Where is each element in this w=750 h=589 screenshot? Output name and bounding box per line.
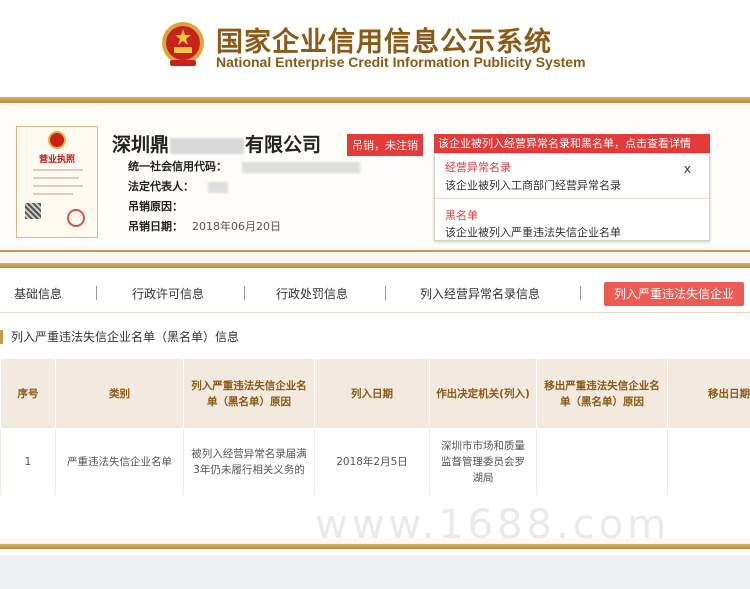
tab-separator xyxy=(580,286,581,300)
revoke-date-value: 2018年06月20日 xyxy=(192,220,281,233)
credit-code-label: 统一社会信用代码： xyxy=(128,160,227,173)
tab-blacklist[interactable]: 列入严重违法失信企业 xyxy=(604,282,745,306)
close-icon[interactable]: x xyxy=(684,162,691,176)
col-header-remove-date: 移出日期 xyxy=(667,358,750,429)
table-header-row: 序号 类别 列入严重违法失信企业名单（黑名单）原因 列入日期 作出决定机关(列入… xyxy=(0,358,750,429)
page: 国家企业信用信息公示系统 National Enterprise Credit … xyxy=(0,0,750,589)
company-name-suffix: 有限公司 xyxy=(245,134,322,156)
tab-admin-license[interactable]: 行政许可信息 xyxy=(132,282,204,306)
cell-index: 1 xyxy=(0,428,56,495)
cell-remove-date xyxy=(667,428,750,495)
redacted-credit-code xyxy=(242,161,360,173)
tab-abnormal-list[interactable]: 列入经营异常名录信息 xyxy=(420,282,540,306)
abnormal-list-title: 经营异常名录 xyxy=(445,161,511,174)
col-header-list-date: 列入日期 xyxy=(314,358,430,429)
bottom-divider xyxy=(0,544,750,549)
blacklist-alert-banner[interactable]: 该企业被列入经营异常名录和黑名单，点击查看详情 xyxy=(434,134,710,153)
cell-remove-reason xyxy=(536,428,668,495)
site-title-en: National Enterprise Credit Information P… xyxy=(216,54,586,70)
footer-area xyxy=(0,555,750,589)
credit-code-row: 统一社会信用代码： xyxy=(128,158,360,174)
alert-detail-popup: 经营异常名录 x 该企业被列入工商部门经营异常名录 黑名单 该企业被列入严重违法… xyxy=(434,153,710,241)
tab-admin-penalty[interactable]: 行政处罚信息 xyxy=(276,282,348,306)
cell-authority: 深圳市市场和质量监督管理委员会罗湖局 xyxy=(429,428,537,495)
blacklist-table: 序号 类别 列入严重违法失信企业名单（黑名单）原因 列入日期 作出决定机关(列入… xyxy=(0,358,750,495)
status-badge: 吊销，未注销 xyxy=(347,134,423,156)
tab-bar: 基础信息 行政许可信息 行政处罚信息 列入经营异常名录信息 列入严重违法失信企业 xyxy=(0,273,750,313)
business-license-image[interactable]: 营业执照 xyxy=(16,126,98,238)
legal-rep-label: 法定代表人： xyxy=(128,180,194,193)
legal-rep-row: 法定代表人： xyxy=(128,178,228,194)
license-text-line xyxy=(33,185,83,187)
card-divider xyxy=(0,263,750,268)
col-header-category: 类别 xyxy=(55,358,184,429)
col-header-remove-reason: 移出严重违法失信企业名单（黑名单）原因 xyxy=(536,358,668,429)
tab-separator xyxy=(385,286,386,300)
license-qr-code xyxy=(25,203,41,219)
blacklist-text: 该企业被列入严重违法失信企业名单 xyxy=(445,226,621,239)
blacklist-title: 黑名单 xyxy=(445,209,478,222)
license-text-line xyxy=(33,177,79,179)
license-title: 营业执照 xyxy=(38,155,75,165)
license-seal-icon xyxy=(67,209,85,227)
company-card: 营业执照 深圳鼎 有限公司 吊销，未注销 该企业被列入经营异常名录和黑名单，点击查… xyxy=(0,106,750,252)
national-emblem-icon xyxy=(162,22,204,66)
col-header-list-reason: 列入严重违法失信企业名单（黑名单）原因 xyxy=(183,358,315,429)
section-title: 列入严重违法失信企业名单（黑名单）信息 xyxy=(0,330,239,344)
company-name: 深圳鼎 有限公司 xyxy=(112,130,321,157)
license-text-line xyxy=(33,169,83,171)
cell-category: 严重违法失信企业名单 xyxy=(55,428,184,495)
popup-divider xyxy=(435,198,709,199)
cell-list-date: 2018年2月5日 xyxy=(314,428,430,495)
card-divider-pale xyxy=(0,253,750,263)
col-header-index: 序号 xyxy=(0,358,56,429)
revoke-date-label: 吊销日期： xyxy=(128,220,183,233)
abnormal-list-text: 该企业被列入工商部门经营异常名录 xyxy=(445,179,621,192)
table-row: 1 严重违法失信企业名单 被列入经营异常名录届满3年仍未履行相关义务的 2018… xyxy=(0,428,750,495)
tab-separator xyxy=(244,286,245,300)
revoke-date-row: 吊销日期： 2018年06月20日 xyxy=(128,218,281,234)
revoke-reason-row: 吊销原因： xyxy=(128,198,212,214)
redacted-legal-rep xyxy=(208,181,228,193)
cell-list-reason: 被列入经营异常名录届满3年仍未履行相关义务的 xyxy=(183,428,315,495)
redacted-name xyxy=(170,137,245,154)
license-emblem-icon xyxy=(48,131,66,149)
col-header-authority: 作出决定机关(列入) xyxy=(429,358,537,429)
tab-separator xyxy=(96,286,97,300)
site-header: 国家企业信用信息公示系统 National Enterprise Credit … xyxy=(0,0,750,90)
revoke-reason-label: 吊销原因： xyxy=(128,200,183,213)
company-name-prefix: 深圳鼎 xyxy=(112,134,170,156)
tab-basic-info[interactable]: 基础信息 xyxy=(14,282,62,306)
license-text-line xyxy=(33,193,73,195)
